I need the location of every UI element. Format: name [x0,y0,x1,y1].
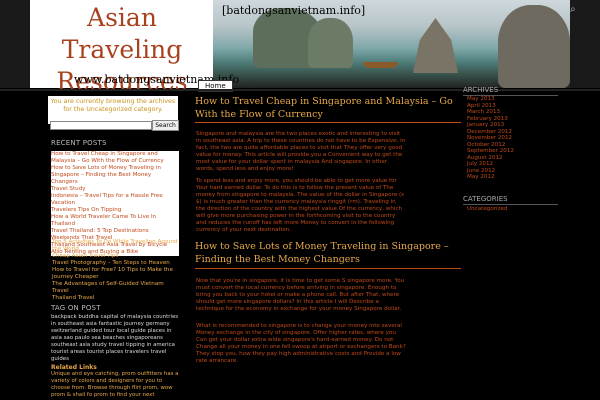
post-title[interactable]: How to Save Lots of Money Traveling in S… [195,240,461,266]
karst-rock-shape [308,18,353,68]
categories-list: Uncategorized [467,206,508,213]
categories-divider [463,204,558,205]
recent-post-link[interactable]: The Advantages of Self-Guided Vietnam Tr… [52,281,180,295]
recent-post-link[interactable]: Travel Thailand: 5 Top Destinations [51,228,179,235]
recent-post-link[interactable]: Thailand Travel [52,295,180,302]
archive-link[interactable]: May 2012 [467,174,514,181]
related-links-heading: Related Links [51,364,97,371]
recent-post-link[interactable]: Cheap Asian Travel Tips [52,253,180,260]
recent-post-link[interactable]: Top 5 Activities To Do While Traveling A… [52,239,180,253]
site-header: Asian Traveling Resources www.batdongsan… [0,0,600,96]
archives-list: May 2013 April 2013 March 2013 February … [467,96,514,181]
search-input[interactable] [50,121,152,130]
recent-post-link[interactable]: How to Save Lots of Money Traveling in S… [51,165,179,186]
search-button[interactable]: Search [152,120,179,131]
recent-posts-list-continued: Top 5 Activities To Do While Traveling A… [52,239,180,302]
tag-cloud[interactable]: backpack buddha capital of malaysia coun… [51,314,179,363]
main-content: How to Travel Cheap in Singapore and Mal… [195,92,461,400]
post-title[interactable]: How to Travel Cheap in Singapore and Mal… [195,95,461,121]
recent-post-link[interactable]: Travel Photography – Ten Steps to Heaven [52,260,180,267]
recent-post-link[interactable]: Travel Study [51,186,179,193]
header-badge: [batdongsanvietnam.info] [222,4,366,17]
recent-post-link[interactable]: How to Travel Cheap in Singapore and Mal… [51,151,179,165]
title-divider [195,122,461,123]
statue-shape [498,5,570,88]
post-paragraph: Now that you're in singapore, it is time… [196,278,405,312]
recent-posts-heading: RECENT POSTS [51,139,107,147]
categories-heading: CATEGORIES [463,195,508,203]
recent-post-link[interactable]: How a World Traveler Came To Live In Tha… [51,214,179,228]
recent-post-link[interactable]: Travelers Tips On Tipping [51,207,179,214]
temple-shape [413,18,458,73]
archives-heading: ARCHIVES [463,86,499,94]
related-links-text[interactable]: Unique and eye catching, prom outfitters… [51,371,179,399]
archive-link[interactable]: November 2012 [467,135,514,142]
tag-heading: TAG ON POST [51,304,101,312]
post-paragraph: Singapore and malaysia are the two place… [196,131,406,172]
post-paragraph: To spend less and enjoy more, you should… [196,178,405,233]
search-icon[interactable]: ⌕ [570,4,576,15]
category-link[interactable]: Uncategorized [467,206,508,213]
boat-shape [363,62,398,68]
recent-post-link[interactable]: Indonesia – Travel Tips for a Hassle Fre… [51,193,179,207]
site-title-line1[interactable]: Asian Traveling [32,2,212,66]
title-divider [195,268,461,269]
recent-post-link[interactable]: How to Travel for Free? 10 Tips to Make … [52,267,180,281]
archive-link[interactable]: September 2012 [467,148,514,155]
post-paragraph: What is recommended to singapore is to c… [196,323,406,364]
